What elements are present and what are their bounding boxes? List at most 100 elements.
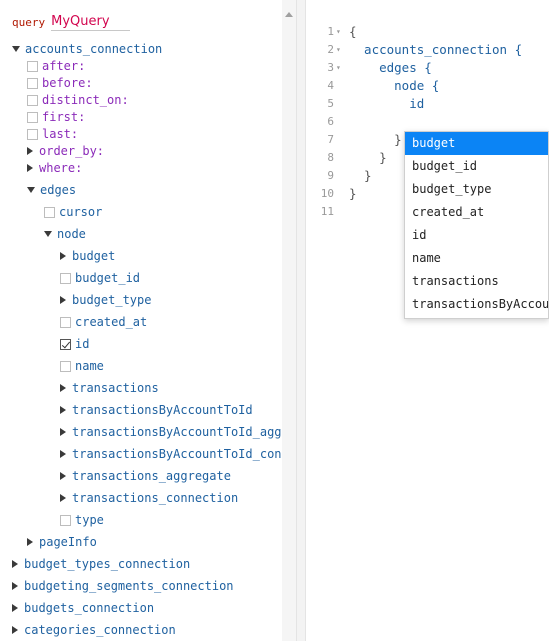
checkbox-icon[interactable]: [27, 77, 38, 89]
explorer-row-label: transactionsByAccountToId_aggregate: [72, 425, 296, 439]
explorer-row-label: transactionsByAccountToId: [72, 403, 253, 417]
explorer-row-budget[interactable]: budget: [60, 247, 115, 265]
explorer-row-node[interactable]: node: [44, 225, 86, 243]
explorer-row-label: before:: [42, 76, 93, 90]
autocomplete-item[interactable]: created_at: [405, 201, 548, 224]
scroll-up-icon[interactable]: [285, 12, 293, 17]
explorer-row-label: last:: [42, 127, 79, 141]
explorer-row-transactions-connection[interactable]: transactions_connection: [60, 489, 238, 507]
explorer-row-last[interactable]: last:: [27, 125, 78, 143]
explorer-row-created-at[interactable]: created_at: [60, 313, 147, 331]
code-line[interactable]: accounts_connection {: [349, 42, 522, 57]
explorer-row-type[interactable]: type: [60, 511, 104, 529]
explorer-row-name[interactable]: name: [60, 357, 104, 375]
autocomplete-item[interactable]: name: [405, 247, 548, 270]
caret-right-icon[interactable]: [60, 384, 66, 392]
explorer-row-budget-type[interactable]: budget_type: [60, 291, 151, 309]
explorer-row-transactions-aggregate[interactable]: transactions_aggregate: [60, 467, 231, 485]
caret-right-icon[interactable]: [60, 252, 66, 260]
autocomplete-item[interactable]: budget_type: [405, 178, 548, 201]
caret-right-icon[interactable]: [60, 296, 66, 304]
code-line[interactable]: }: [349, 186, 357, 201]
caret-right-icon[interactable]: [12, 582, 18, 590]
checkbox-icon[interactable]: [27, 94, 38, 106]
caret-right-icon[interactable]: [12, 604, 18, 612]
autocomplete-item[interactable]: budget: [405, 132, 548, 155]
explorer-row-label: transactions: [72, 381, 159, 395]
autocomplete-item[interactable]: transactionsByAccountToId: [405, 293, 548, 316]
explorer-row-label: transactions_connection: [72, 491, 239, 505]
explorer-row-label: id: [75, 337, 90, 351]
checkbox-icon[interactable]: [27, 128, 38, 140]
explorer-row-label: node: [57, 227, 86, 241]
explorer-row-label: edges: [40, 183, 77, 197]
checkbox-icon[interactable]: [60, 316, 71, 328]
code-line[interactable]: edges {: [349, 60, 432, 75]
caret-right-icon[interactable]: [12, 560, 18, 568]
checkbox-icon[interactable]: [44, 206, 55, 218]
autocomplete-item[interactable]: id: [405, 224, 548, 247]
query-editor[interactable]: 1 ▾{2 ▾ accounts_connection {3 ▾ edges {4 n…: [306, 0, 549, 641]
caret-right-icon[interactable]: [27, 164, 33, 172]
code-line[interactable]: id: [349, 96, 424, 111]
caret-right-icon[interactable]: [27, 147, 33, 155]
query-name-input[interactable]: MyQuery: [51, 14, 130, 31]
explorer-row-distinct-on[interactable]: distinct_on:: [27, 91, 129, 109]
caret-down-icon[interactable]: [27, 187, 35, 193]
explorer-row-label: order_by:: [39, 144, 105, 158]
code-line[interactable]: }: [349, 132, 402, 147]
autocomplete-item[interactable]: budget_id: [405, 155, 548, 178]
explorer-row-transactionsbyaccounttoid-aggregate[interactable]: transactionsByAccountToId_aggregate: [60, 423, 296, 441]
explorer-row-transactions[interactable]: transactions: [60, 379, 159, 397]
explorer-row-budget-types-connection[interactable]: budget_types_connection: [12, 555, 190, 573]
explorer-row-after[interactable]: after:: [27, 57, 85, 75]
checkbox-icon[interactable]: [60, 360, 71, 372]
fold-arrow-icon[interactable]: ▾: [336, 27, 341, 36]
explorer-row-order-by[interactable]: order_by:: [27, 142, 104, 160]
caret-down-icon[interactable]: [12, 46, 20, 52]
explorer-row-categories-connection[interactable]: categories_connection: [12, 621, 176, 639]
line-number: 2: [327, 43, 334, 56]
explorer-row-transactionsbyaccounttoid-connection[interactable]: transactionsByAccountToId_connection: [60, 445, 296, 463]
checkbox-icon[interactable]: [27, 111, 38, 123]
explorer-row-where[interactable]: where:: [27, 159, 82, 177]
caret-right-icon[interactable]: [60, 450, 66, 458]
checkbox-icon[interactable]: [27, 60, 38, 72]
explorer-row-id[interactable]: id: [60, 335, 89, 353]
query-keyword: query: [12, 15, 46, 29]
code-line[interactable]: }: [349, 150, 387, 165]
explorer-row-edges[interactable]: edges: [27, 181, 76, 199]
code-line[interactable]: {: [349, 24, 357, 39]
explorer-row-before[interactable]: before:: [27, 74, 93, 92]
explorer-row-cursor[interactable]: cursor: [44, 203, 102, 221]
checkbox-icon[interactable]: [60, 514, 71, 526]
explorer-row-first[interactable]: first:: [27, 108, 85, 126]
explorer-row-label: budget: [72, 249, 116, 263]
explorer-row-label: budget_types_connection: [24, 557, 191, 571]
explorer-row-budgets-connection[interactable]: budgets_connection: [12, 599, 154, 617]
pane-divider[interactable]: [296, 0, 306, 641]
autocomplete-item[interactable]: transactions: [405, 270, 548, 293]
code-line[interactable]: node {: [349, 78, 439, 93]
code-line[interactable]: }: [349, 168, 372, 183]
fold-arrow-icon[interactable]: ▾: [336, 45, 341, 54]
caret-right-icon[interactable]: [12, 626, 18, 634]
caret-down-icon[interactable]: [44, 231, 52, 237]
explorer-row-budgeting-segments-connection[interactable]: budgeting_segments_connection: [12, 577, 234, 595]
explorer-row-transactionsbyaccounttoid[interactable]: transactionsByAccountToId: [60, 401, 253, 419]
caret-right-icon[interactable]: [27, 538, 33, 546]
fold-arrow-icon[interactable]: ▾: [336, 63, 341, 72]
checkbox-icon[interactable]: [60, 272, 71, 284]
caret-right-icon[interactable]: [60, 406, 66, 414]
caret-right-icon[interactable]: [60, 472, 66, 480]
caret-right-icon[interactable]: [60, 494, 66, 502]
explorer-row-label: budgeting_segments_connection: [24, 579, 234, 593]
checkbox-checked-icon[interactable]: [60, 338, 71, 350]
explorer-row-budget-id[interactable]: budget_id: [60, 269, 140, 287]
line-number: 6: [327, 115, 334, 128]
caret-right-icon[interactable]: [60, 428, 66, 436]
explorer-scrollbar[interactable]: [282, 0, 296, 641]
explorer-row-pageinfo[interactable]: pageInfo: [27, 533, 97, 551]
explorer-row-accounts-connection[interactable]: accounts_connection: [12, 40, 162, 58]
query-header: query MyQuery: [12, 12, 130, 32]
